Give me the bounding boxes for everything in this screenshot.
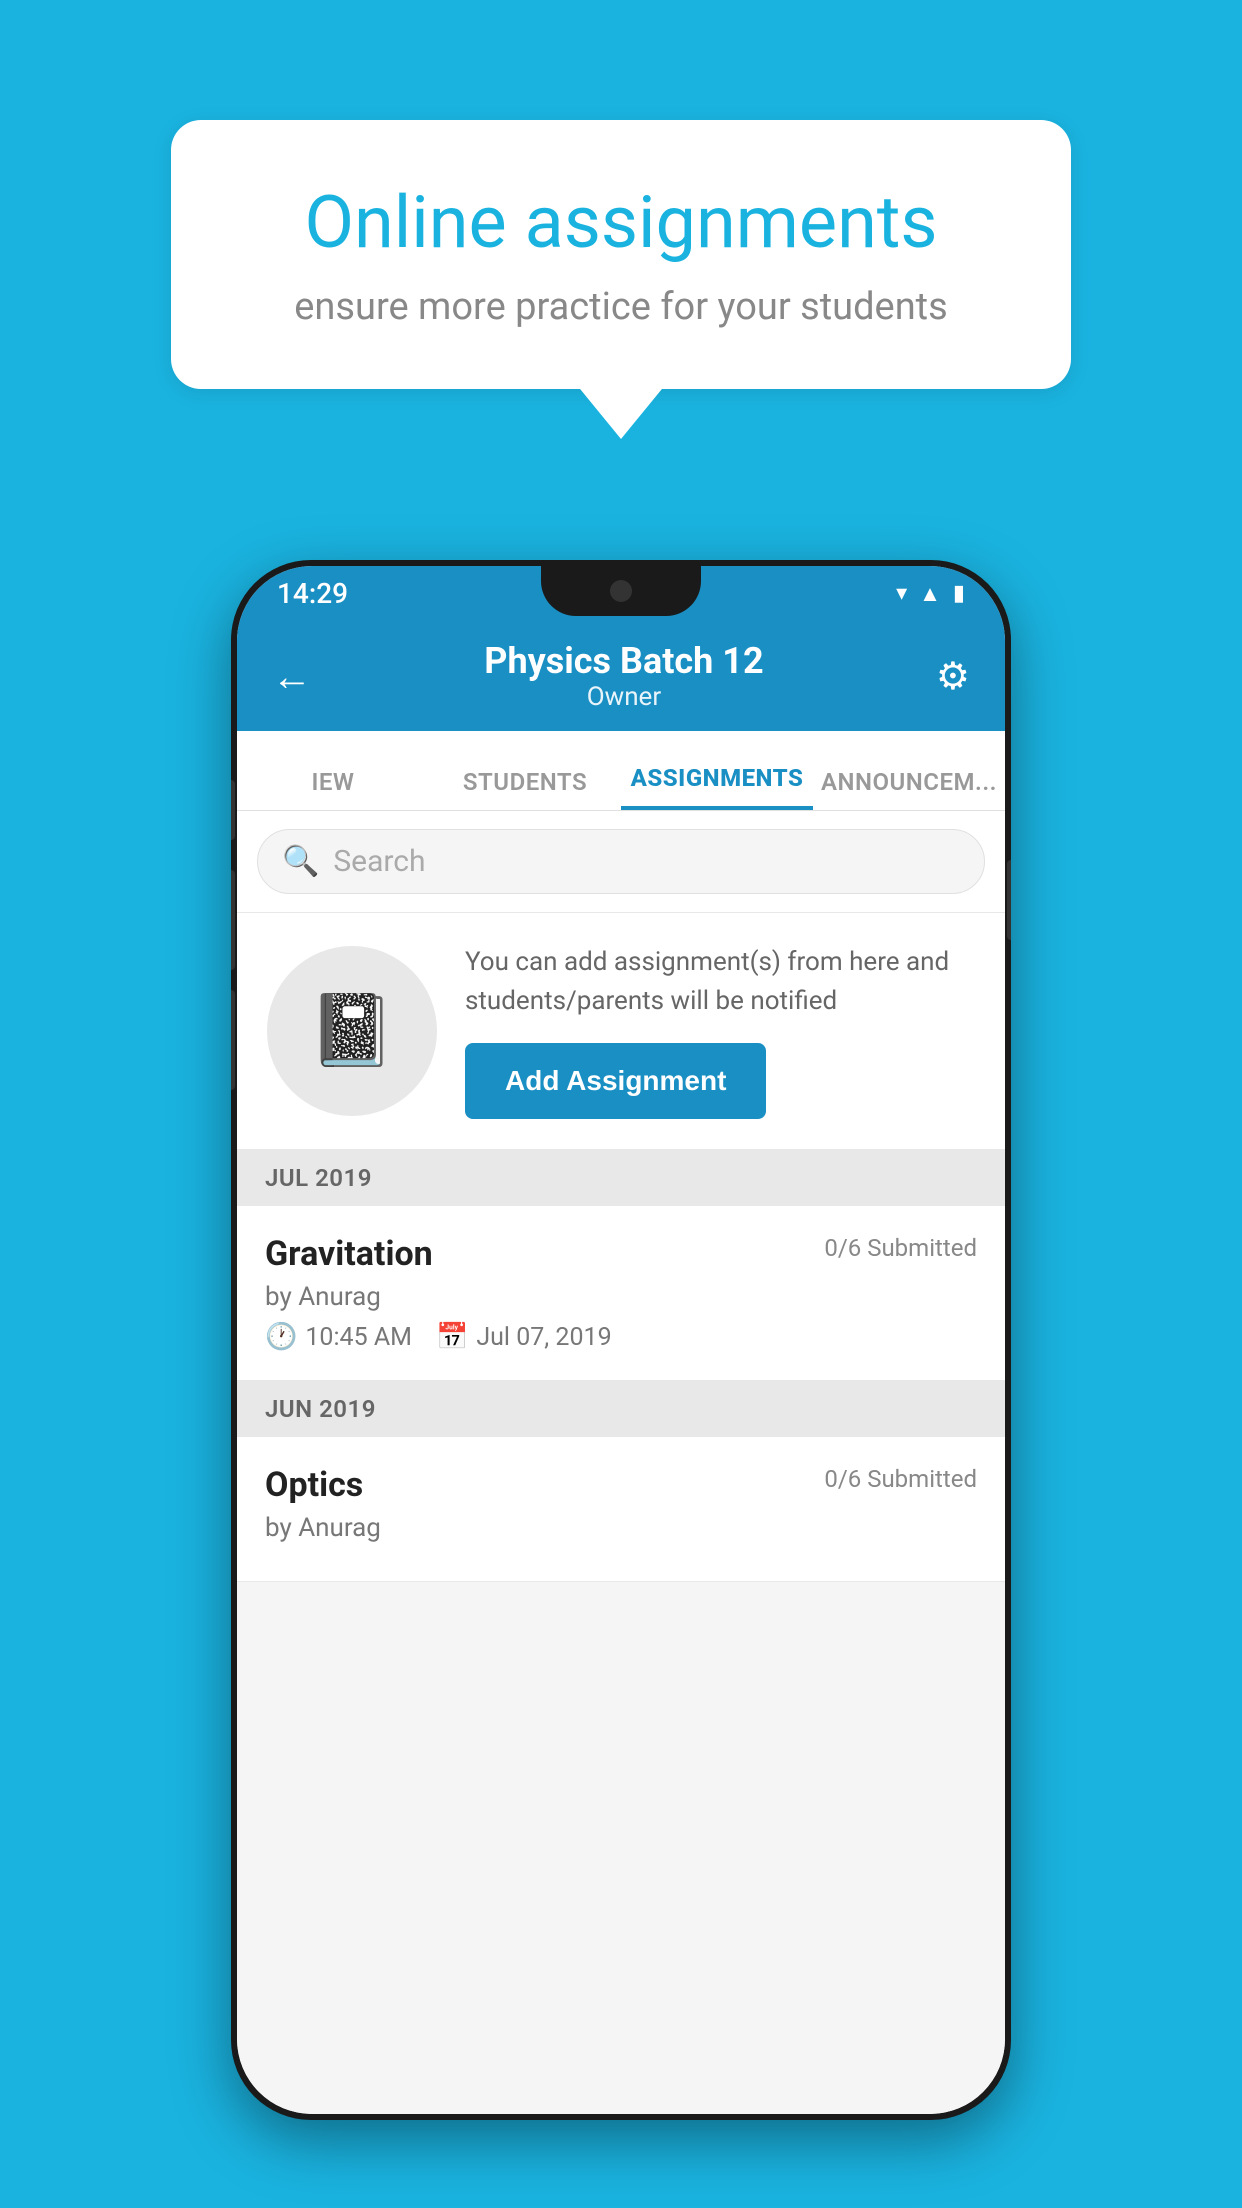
promo-text-area: You can add assignment(s) from here and … bbox=[465, 943, 975, 1119]
power-button bbox=[1007, 860, 1011, 940]
promo-title: Online assignments bbox=[241, 180, 1001, 265]
assignment-promo-card: 📓 You can add assignment(s) from here an… bbox=[237, 913, 1005, 1150]
promo-description: You can add assignment(s) from here and … bbox=[465, 943, 975, 1021]
phone-frame: 14:29 ▾ ▲ ▮ ← Physics Batch 12 Owner ⚙ I… bbox=[231, 560, 1011, 2120]
clock-icon: 🕐 bbox=[265, 1322, 297, 1352]
add-assignment-button[interactable]: Add Assignment bbox=[465, 1043, 766, 1119]
assignment-icon-circle: 📓 bbox=[267, 946, 437, 1116]
content-area: 🔍 Search 📓 You can add assignment(s) fro… bbox=[237, 811, 1005, 2114]
silent-button bbox=[231, 990, 235, 1090]
notebook-icon: 📓 bbox=[308, 990, 395, 1072]
assignment-submitted-optics: 0/6 Submitted bbox=[824, 1465, 977, 1493]
assignment-top-row: Gravitation 0/6 Submitted bbox=[265, 1234, 977, 1274]
settings-icon[interactable]: ⚙ bbox=[936, 654, 970, 699]
tab-iew[interactable]: IEW bbox=[237, 731, 429, 810]
date-meta: 📅 Jul 07, 2019 bbox=[436, 1322, 612, 1352]
search-icon: 🔍 bbox=[282, 844, 319, 879]
section-header-jul: JUL 2019 bbox=[237, 1150, 1005, 1206]
assignment-meta: 🕐 10:45 AM 📅 Jul 07, 2019 bbox=[265, 1322, 977, 1352]
battery-icon: ▮ bbox=[953, 581, 965, 606]
phone-screen: 14:29 ▾ ▲ ▮ ← Physics Batch 12 Owner ⚙ I… bbox=[237, 566, 1005, 2114]
wifi-icon: ▾ bbox=[896, 581, 907, 606]
calendar-icon: 📅 bbox=[436, 1322, 468, 1352]
status-time: 14:29 bbox=[277, 577, 348, 610]
promo-subtitle: ensure more practice for your students bbox=[241, 285, 1001, 329]
search-container: 🔍 Search bbox=[237, 811, 1005, 913]
header-title-area: Physics Batch 12 Owner bbox=[312, 640, 936, 712]
volume-up-button bbox=[231, 780, 235, 840]
promo-area: Online assignments ensure more practice … bbox=[171, 120, 1071, 389]
assignment-date: Jul 07, 2019 bbox=[476, 1323, 611, 1352]
assignment-item-gravitation[interactable]: Gravitation 0/6 Submitted by Anurag 🕐 10… bbox=[237, 1206, 1005, 1381]
tab-announcements[interactable]: ANNOUNCEM... bbox=[813, 731, 1005, 810]
assignment-time: 10:45 AM bbox=[305, 1323, 412, 1352]
assignment-name: Gravitation bbox=[265, 1234, 433, 1274]
tab-assignments[interactable]: ASSIGNMENTS bbox=[621, 731, 813, 810]
search-bar[interactable]: 🔍 Search bbox=[257, 829, 985, 894]
tabs-bar: IEW STUDENTS ASSIGNMENTS ANNOUNCEM... bbox=[237, 731, 1005, 811]
tab-students[interactable]: STUDENTS bbox=[429, 731, 621, 810]
status-bar: 14:29 ▾ ▲ ▮ bbox=[237, 566, 1005, 621]
time-meta: 🕐 10:45 AM bbox=[265, 1322, 412, 1352]
assignment-item-optics[interactable]: Optics 0/6 Submitted by Anurag bbox=[237, 1437, 1005, 1582]
header-title: Physics Batch 12 bbox=[312, 640, 936, 682]
notch bbox=[541, 566, 701, 616]
signal-icon: ▲ bbox=[919, 581, 941, 607]
assignment-name-optics: Optics bbox=[265, 1465, 363, 1505]
assignment-submitted: 0/6 Submitted bbox=[824, 1234, 977, 1262]
camera bbox=[610, 580, 632, 602]
app-header: ← Physics Batch 12 Owner ⚙ bbox=[237, 621, 1005, 731]
speech-bubble: Online assignments ensure more practice … bbox=[171, 120, 1071, 389]
back-button[interactable]: ← bbox=[272, 653, 312, 700]
header-subtitle: Owner bbox=[312, 682, 936, 712]
assignment-by-optics: by Anurag bbox=[265, 1513, 977, 1543]
section-header-jun: JUN 2019 bbox=[237, 1381, 1005, 1437]
volume-down-button bbox=[231, 870, 235, 970]
assignment-top-row-optics: Optics 0/6 Submitted bbox=[265, 1465, 977, 1505]
status-icons: ▾ ▲ ▮ bbox=[896, 581, 965, 607]
search-placeholder: Search bbox=[333, 844, 425, 879]
assignment-by: by Anurag bbox=[265, 1282, 977, 1312]
